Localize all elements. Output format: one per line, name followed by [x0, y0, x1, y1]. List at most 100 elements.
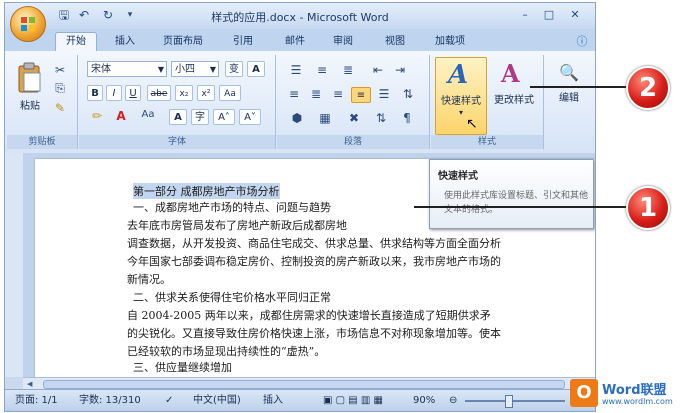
- proofing-icon[interactable]: ✓: [165, 394, 173, 408]
- close-button[interactable]: ✕: [565, 7, 585, 23]
- callout-1-leader: [414, 206, 630, 208]
- show-marks-icon[interactable]: ¶: [397, 111, 417, 125]
- font-grow-button[interactable]: A˄: [213, 109, 235, 125]
- doc-line-1[interactable]: 第一部分 成都房地产市场分析: [133, 183, 280, 199]
- bold-button[interactable]: B: [87, 85, 103, 101]
- change-styles-label: 更改样式: [494, 95, 534, 106]
- ribbon-tabs: 开始 插入 页面布局 引用 邮件 审阅 视图 加载项 ⓘ: [5, 29, 595, 51]
- italic-button[interactable]: I: [106, 85, 122, 101]
- quick-styles-label: 快速样式: [441, 96, 481, 107]
- editing-group: 🔍 编辑: [545, 55, 593, 149]
- align-right-icon[interactable]: ≡: [329, 87, 347, 101]
- align-left-icon[interactable]: ≡: [285, 87, 303, 101]
- zoom-level[interactable]: 90%: [413, 394, 435, 408]
- subscript-button[interactable]: x₂: [175, 85, 193, 101]
- grow-font-icon[interactable]: Aa: [137, 109, 159, 120]
- zoom-out-icon[interactable]: ⊖: [449, 394, 457, 408]
- line-spacing-icon[interactable]: ⇅: [397, 87, 419, 101]
- highlight-icon[interactable]: ✏: [87, 109, 107, 123]
- tab-references[interactable]: 引用: [223, 33, 263, 51]
- tab-addins[interactable]: 加载项: [425, 33, 475, 51]
- clipboard-group-label: 剪贴板: [7, 135, 77, 149]
- font-name-combo[interactable]: 宋体 ▼: [87, 61, 167, 77]
- word-count[interactable]: 字数: 13/310: [79, 394, 141, 408]
- language-indicator[interactable]: 中文(中国): [193, 394, 241, 408]
- change-case-button[interactable]: 变: [225, 61, 243, 77]
- cut-icon[interactable]: ✂: [53, 63, 67, 77]
- justify-button[interactable]: ≡: [351, 87, 371, 103]
- font-color-icon[interactable]: A: [111, 109, 131, 123]
- scroll-left-icon[interactable]: ◀: [27, 380, 35, 388]
- doc-line-8[interactable]: 自 2004-2005 两年以来，成都住房需求的快速增长直接造成了短期供求矛: [127, 307, 491, 323]
- help-icon[interactable]: ⓘ: [575, 33, 589, 49]
- doc-line-11[interactable]: 三、供应量继续增加: [133, 359, 232, 375]
- page-count[interactable]: 页面: 1/1: [15, 394, 58, 408]
- ribbon: 粘贴 ✂ ⎘ ✎ 剪贴板 宋体 ▼ 小四 ▼ 变 A B I U abe x₂ …: [5, 51, 595, 154]
- char-shading-button[interactable]: A: [169, 109, 187, 125]
- borders-icon[interactable]: ▦: [313, 111, 337, 125]
- decrease-indent-icon[interactable]: ⇤: [369, 63, 387, 77]
- copy-icon[interactable]: ⎘: [53, 81, 67, 96]
- quick-styles-button[interactable]: A 快速样式 ▾ ↖: [435, 57, 487, 135]
- shading-icon[interactable]: ⬢: [285, 111, 309, 125]
- distribute-icon[interactable]: ☰: [375, 87, 393, 101]
- enclose-char-button[interactable]: 字: [191, 109, 209, 125]
- multilevel-list-icon[interactable]: ≣: [337, 63, 359, 77]
- format-painter-icon[interactable]: ✎: [53, 101, 67, 115]
- editing-label[interactable]: 编辑: [545, 89, 593, 104]
- mouse-cursor-icon: ↖: [466, 116, 478, 132]
- quick-styles-icon: A: [448, 60, 469, 90]
- superscript-button[interactable]: x²: [197, 85, 215, 101]
- chinese-layout-icon[interactable]: ✖: [343, 111, 365, 125]
- callout-2-badge: 2: [626, 66, 670, 110]
- doc-line-2[interactable]: 一、成都房地产市场的特点、问题与趋势: [133, 199, 331, 215]
- strikethrough-button[interactable]: abe: [147, 85, 171, 101]
- chevron-down-icon: ▼: [157, 65, 164, 74]
- office-logo-icon: [21, 17, 35, 31]
- scrollbar-thumb[interactable]: [43, 380, 565, 389]
- paste-button[interactable]: 粘贴: [15, 61, 45, 115]
- zoom-slider-thumb[interactable]: [505, 395, 513, 408]
- tab-insert[interactable]: 插入: [105, 33, 145, 51]
- font-name-value: 宋体: [91, 64, 111, 75]
- tab-page-layout[interactable]: 页面布局: [153, 33, 213, 51]
- watermark-url: www.wordlm.com: [602, 397, 673, 406]
- vertical-ruler: [5, 153, 24, 377]
- watermark-logo-icon: O: [570, 379, 598, 407]
- doc-line-7[interactable]: 二、供求关系使得住宅价格水平同归正常: [133, 289, 331, 305]
- doc-line-4[interactable]: 调查数据，从开发投资、商品住宅成交、供求总量、供求结构等方面全面分析: [127, 235, 501, 251]
- change-styles-icon: A: [501, 59, 520, 88]
- align-center-icon[interactable]: ≣: [307, 87, 325, 101]
- change-case-aa-button[interactable]: Aa: [219, 85, 241, 101]
- tooltip-title: 快速样式: [438, 171, 478, 182]
- doc-line-10[interactable]: 已经较软的市场显现出持续性的“虚热”。: [127, 343, 325, 359]
- watermark-brand: Word联盟: [602, 383, 667, 398]
- minimize-button[interactable]: –: [515, 7, 535, 23]
- window-title: 样式的应用.docx - Microsoft Word: [211, 11, 389, 24]
- clear-format-button[interactable]: A: [247, 61, 265, 77]
- tab-view[interactable]: 视图: [375, 33, 415, 51]
- paste-label: 粘贴: [20, 101, 40, 112]
- numbering-icon[interactable]: ≡: [311, 63, 333, 77]
- tab-review[interactable]: 审阅: [323, 33, 363, 51]
- font-size-combo[interactable]: 小四 ▼: [171, 61, 219, 77]
- styles-group-label: 样式: [431, 135, 543, 149]
- maximize-button[interactable]: □: [539, 7, 559, 23]
- bullets-icon[interactable]: ☰: [285, 63, 307, 77]
- increase-indent-icon[interactable]: ⇥: [391, 63, 409, 77]
- doc-line-9[interactable]: 的尖锐化。又直接导致住房价格快速上涨，市场信息不对称现象增加等。使本: [127, 325, 501, 341]
- zoom-slider[interactable]: [465, 400, 565, 402]
- sort-icon[interactable]: ⇅: [371, 111, 391, 125]
- tab-home[interactable]: 开始: [55, 32, 97, 51]
- insert-mode[interactable]: 插入: [263, 394, 283, 408]
- tab-mailings[interactable]: 邮件: [275, 33, 315, 51]
- doc-line-5[interactable]: 今年国家七部委调布稳定房价、控制投资的房产新政以来，我市房地产市场的: [127, 253, 501, 269]
- font-shrink-button[interactable]: A˅: [239, 109, 261, 125]
- binoculars-icon[interactable]: 🔍: [557, 63, 581, 82]
- view-buttons[interactable]: ▣ ▢ ▤ ▥ ▦: [323, 394, 383, 408]
- underline-button[interactable]: U: [125, 85, 141, 101]
- office-button[interactable]: [10, 6, 46, 42]
- doc-line-3[interactable]: 去年底市房管局发布了房地产新政后成都房地: [127, 217, 347, 233]
- change-styles-button[interactable]: A 更改样式: [489, 57, 539, 113]
- doc-line-6[interactable]: 新情况。: [127, 271, 171, 287]
